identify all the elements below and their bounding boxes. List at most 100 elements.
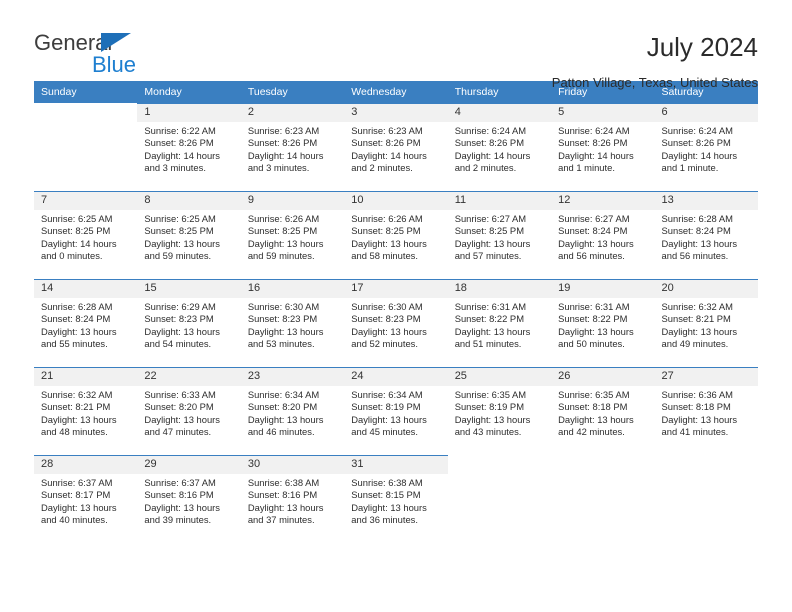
sunrise-text: Sunrise: 6:37 AM xyxy=(144,477,216,488)
calendar-cell[interactable]: 29 Sunrise: 6:37 AM Sunset: 8:16 PM Dayl… xyxy=(137,455,241,543)
day-cell-13[interactable]: 13 Sunrise: 6:28 AM Sunset: 8:24 PM Dayl… xyxy=(654,191,758,279)
day-cell-17[interactable]: 17 Sunrise: 6:30 AM Sunset: 8:23 PM Dayl… xyxy=(344,279,448,367)
day-info: Sunrise: 6:24 AM Sunset: 8:26 PM Dayligh… xyxy=(551,122,654,175)
day-cell-25[interactable]: 25 Sunrise: 6:35 AM Sunset: 8:19 PM Dayl… xyxy=(447,367,552,455)
day-cell-19[interactable]: 19 Sunrise: 6:31 AM Sunset: 8:22 PM Dayl… xyxy=(551,279,655,367)
day-cell-16[interactable]: 16 Sunrise: 6:30 AM Sunset: 8:23 PM Dayl… xyxy=(240,279,345,367)
calendar-cell[interactable]: 11 Sunrise: 6:27 AM Sunset: 8:25 PM Dayl… xyxy=(447,191,552,279)
sunrise-text: Sunrise: 6:24 AM xyxy=(454,125,527,136)
day-number: 10 xyxy=(344,192,448,210)
calendar-cell[interactable]: 2 Sunrise: 6:23 AM Sunset: 8:26 PM Dayli… xyxy=(240,103,345,191)
day-cell-5[interactable]: 5 Sunrise: 6:24 AM Sunset: 8:26 PM Dayli… xyxy=(551,103,655,191)
calendar-cell[interactable]: 6 Sunrise: 6:24 AM Sunset: 8:26 PM Dayli… xyxy=(654,103,758,191)
day-cell-24[interactable]: 24 Sunrise: 6:34 AM Sunset: 8:19 PM Dayl… xyxy=(344,367,448,455)
day-info: Sunrise: 6:23 AM Sunset: 8:26 PM Dayligh… xyxy=(241,122,344,175)
day-number: 25 xyxy=(447,368,552,386)
sunset-text: Sunset: 8:22 PM xyxy=(454,313,524,325)
calendar-cell[interactable]: 21 Sunrise: 6:32 AM Sunset: 8:21 PM Dayl… xyxy=(34,367,138,455)
daylight-text: Daylight: 13 hours and 56 minutes. xyxy=(661,237,738,262)
calendar-cell[interactable]: 16 Sunrise: 6:30 AM Sunset: 8:23 PM Dayl… xyxy=(240,279,345,367)
day-number: 21 xyxy=(34,368,138,386)
calendar-cell[interactable]: 13 Sunrise: 6:28 AM Sunset: 8:24 PM Dayl… xyxy=(654,191,758,279)
calendar-cell[interactable]: 24 Sunrise: 6:34 AM Sunset: 8:19 PM Dayl… xyxy=(344,367,448,455)
calendar-cell[interactable]: 27 Sunrise: 6:36 AM Sunset: 8:18 PM Dayl… xyxy=(654,367,758,455)
day-cell-6[interactable]: 6 Sunrise: 6:24 AM Sunset: 8:26 PM Dayli… xyxy=(654,103,758,191)
sunset-text: Sunset: 8:24 PM xyxy=(558,225,628,237)
calendar-cell[interactable]: 1 Sunrise: 6:22 AM Sunset: 8:26 PM Dayli… xyxy=(137,103,241,191)
day-number: 28 xyxy=(34,456,138,474)
day-cell-15[interactable]: 15 Sunrise: 6:29 AM Sunset: 8:23 PM Dayl… xyxy=(137,279,241,367)
day-cell-18[interactable]: 18 Sunrise: 6:31 AM Sunset: 8:22 PM Dayl… xyxy=(447,279,552,367)
calendar-cell[interactable]: 10 Sunrise: 6:26 AM Sunset: 8:25 PM Dayl… xyxy=(344,191,448,279)
day-cell-22[interactable]: 22 Sunrise: 6:33 AM Sunset: 8:20 PM Dayl… xyxy=(137,367,241,455)
day-cell-4[interactable]: 4 Sunrise: 6:24 AM Sunset: 8:26 PM Dayli… xyxy=(447,103,552,191)
weekday-header-tuesday: Tuesday xyxy=(240,81,345,103)
day-cell-7[interactable]: 7 Sunrise: 6:25 AM Sunset: 8:25 PM Dayli… xyxy=(34,191,138,279)
calendar-cell[interactable] xyxy=(654,455,758,543)
calendar-cell[interactable]: 12 Sunrise: 6:27 AM Sunset: 8:24 PM Dayl… xyxy=(551,191,655,279)
calendar-cell[interactable] xyxy=(34,103,138,191)
general-blue-logo[interactable]: General Blue xyxy=(34,30,204,86)
day-cell-8[interactable]: 8 Sunrise: 6:25 AM Sunset: 8:25 PM Dayli… xyxy=(137,191,241,279)
calendar-cell[interactable]: 26 Sunrise: 6:35 AM Sunset: 8:18 PM Dayl… xyxy=(551,367,655,455)
calendar-cell[interactable]: 20 Sunrise: 6:32 AM Sunset: 8:21 PM Dayl… xyxy=(654,279,758,367)
day-cell-29[interactable]: 29 Sunrise: 6:37 AM Sunset: 8:16 PM Dayl… xyxy=(137,455,241,543)
calendar-cell[interactable]: 30 Sunrise: 6:38 AM Sunset: 8:16 PM Dayl… xyxy=(240,455,345,543)
day-cell-2[interactable]: 2 Sunrise: 6:23 AM Sunset: 8:26 PM Dayli… xyxy=(240,103,345,191)
calendar-cell[interactable]: 18 Sunrise: 6:31 AM Sunset: 8:22 PM Dayl… xyxy=(447,279,552,367)
calendar-cell[interactable]: 5 Sunrise: 6:24 AM Sunset: 8:26 PM Dayli… xyxy=(551,103,655,191)
sunset-text: Sunset: 8:21 PM xyxy=(41,401,111,413)
day-cell-21[interactable]: 21 Sunrise: 6:32 AM Sunset: 8:21 PM Dayl… xyxy=(34,367,138,455)
day-cell-30[interactable]: 30 Sunrise: 6:38 AM Sunset: 8:16 PM Dayl… xyxy=(240,455,345,543)
day-cell-14[interactable]: 14 Sunrise: 6:28 AM Sunset: 8:24 PM Dayl… xyxy=(34,279,138,367)
calendar-cell[interactable]: 25 Sunrise: 6:35 AM Sunset: 8:19 PM Dayl… xyxy=(447,367,552,455)
day-cell-3[interactable]: 3 Sunrise: 6:23 AM Sunset: 8:26 PM Dayli… xyxy=(344,103,448,191)
day-cell-28[interactable]: 28 Sunrise: 6:37 AM Sunset: 8:17 PM Dayl… xyxy=(34,455,138,543)
sunset-text: Sunset: 8:26 PM xyxy=(661,137,731,149)
sunrise-text: Sunrise: 6:34 AM xyxy=(247,389,320,400)
day-info: Sunrise: 6:24 AM Sunset: 8:26 PM Dayligh… xyxy=(655,122,758,175)
sunrise-text: Sunrise: 6:24 AM xyxy=(661,125,733,136)
calendar-cell[interactable]: 4 Sunrise: 6:24 AM Sunset: 8:26 PM Dayli… xyxy=(447,103,552,191)
sunrise-text: Sunrise: 6:31 AM xyxy=(454,301,527,312)
day-cell-31[interactable]: 31 Sunrise: 6:38 AM Sunset: 8:15 PM Dayl… xyxy=(344,455,448,543)
day-cell-11[interactable]: 11 Sunrise: 6:27 AM Sunset: 8:25 PM Dayl… xyxy=(447,191,552,279)
calendar-cell[interactable] xyxy=(551,455,655,543)
calendar-cell[interactable]: 8 Sunrise: 6:25 AM Sunset: 8:25 PM Dayli… xyxy=(137,191,241,279)
day-info: Sunrise: 6:35 AM Sunset: 8:18 PM Dayligh… xyxy=(551,386,654,439)
sunrise-text: Sunrise: 6:30 AM xyxy=(351,301,423,312)
calendar-cell[interactable]: 17 Sunrise: 6:30 AM Sunset: 8:23 PM Dayl… xyxy=(344,279,448,367)
calendar-cell[interactable]: 31 Sunrise: 6:38 AM Sunset: 8:15 PM Dayl… xyxy=(344,455,448,543)
day-info: Sunrise: 6:28 AM Sunset: 8:24 PM Dayligh… xyxy=(34,298,137,351)
day-number: 29 xyxy=(137,456,241,474)
day-cell-1[interactable]: 1 Sunrise: 6:22 AM Sunset: 8:26 PM Dayli… xyxy=(137,103,241,191)
daylight-text: Daylight: 13 hours and 52 minutes. xyxy=(351,325,427,350)
calendar-cell[interactable]: 19 Sunrise: 6:31 AM Sunset: 8:22 PM Dayl… xyxy=(551,279,655,367)
day-cell-23[interactable]: 23 Sunrise: 6:34 AM Sunset: 8:20 PM Dayl… xyxy=(240,367,345,455)
day-number: 7 xyxy=(34,192,138,210)
calendar-cell[interactable] xyxy=(447,455,552,543)
calendar-cell[interactable]: 23 Sunrise: 6:34 AM Sunset: 8:20 PM Dayl… xyxy=(240,367,345,455)
sunset-text: Sunset: 8:26 PM xyxy=(454,137,524,149)
calendar-cell[interactable]: 15 Sunrise: 6:29 AM Sunset: 8:23 PM Dayl… xyxy=(137,279,241,367)
daylight-text: Daylight: 14 hours and 1 minute. xyxy=(661,149,738,174)
daylight-text: Daylight: 13 hours and 40 minutes. xyxy=(41,501,117,526)
sunrise-text: Sunrise: 6:32 AM xyxy=(41,389,113,400)
calendar-week-row: 21 Sunrise: 6:32 AM Sunset: 8:21 PM Dayl… xyxy=(34,367,758,455)
daylight-text: Daylight: 13 hours and 47 minutes. xyxy=(144,413,220,438)
day-cell-26[interactable]: 26 Sunrise: 6:35 AM Sunset: 8:18 PM Dayl… xyxy=(551,367,655,455)
sunrise-text: Sunrise: 6:36 AM xyxy=(661,389,733,400)
calendar-cell[interactable]: 9 Sunrise: 6:26 AM Sunset: 8:25 PM Dayli… xyxy=(240,191,345,279)
day-number: 1 xyxy=(137,104,241,122)
day-cell-20[interactable]: 20 Sunrise: 6:32 AM Sunset: 8:21 PM Dayl… xyxy=(654,279,758,367)
day-cell-12[interactable]: 12 Sunrise: 6:27 AM Sunset: 8:24 PM Dayl… xyxy=(551,191,655,279)
calendar-cell[interactable]: 3 Sunrise: 6:23 AM Sunset: 8:26 PM Dayli… xyxy=(344,103,448,191)
calendar-cell[interactable]: 7 Sunrise: 6:25 AM Sunset: 8:25 PM Dayli… xyxy=(34,191,138,279)
day-cell-9[interactable]: 9 Sunrise: 6:26 AM Sunset: 8:25 PM Dayli… xyxy=(240,191,345,279)
calendar-cell[interactable]: 22 Sunrise: 6:33 AM Sunset: 8:20 PM Dayl… xyxy=(137,367,241,455)
day-cell-10[interactable]: 10 Sunrise: 6:26 AM Sunset: 8:25 PM Dayl… xyxy=(344,191,448,279)
day-cell-empty xyxy=(654,455,758,543)
calendar-cell[interactable]: 28 Sunrise: 6:37 AM Sunset: 8:17 PM Dayl… xyxy=(34,455,138,543)
day-cell-27[interactable]: 27 Sunrise: 6:36 AM Sunset: 8:18 PM Dayl… xyxy=(654,367,758,455)
calendar-cell[interactable]: 14 Sunrise: 6:28 AM Sunset: 8:24 PM Dayl… xyxy=(34,279,138,367)
